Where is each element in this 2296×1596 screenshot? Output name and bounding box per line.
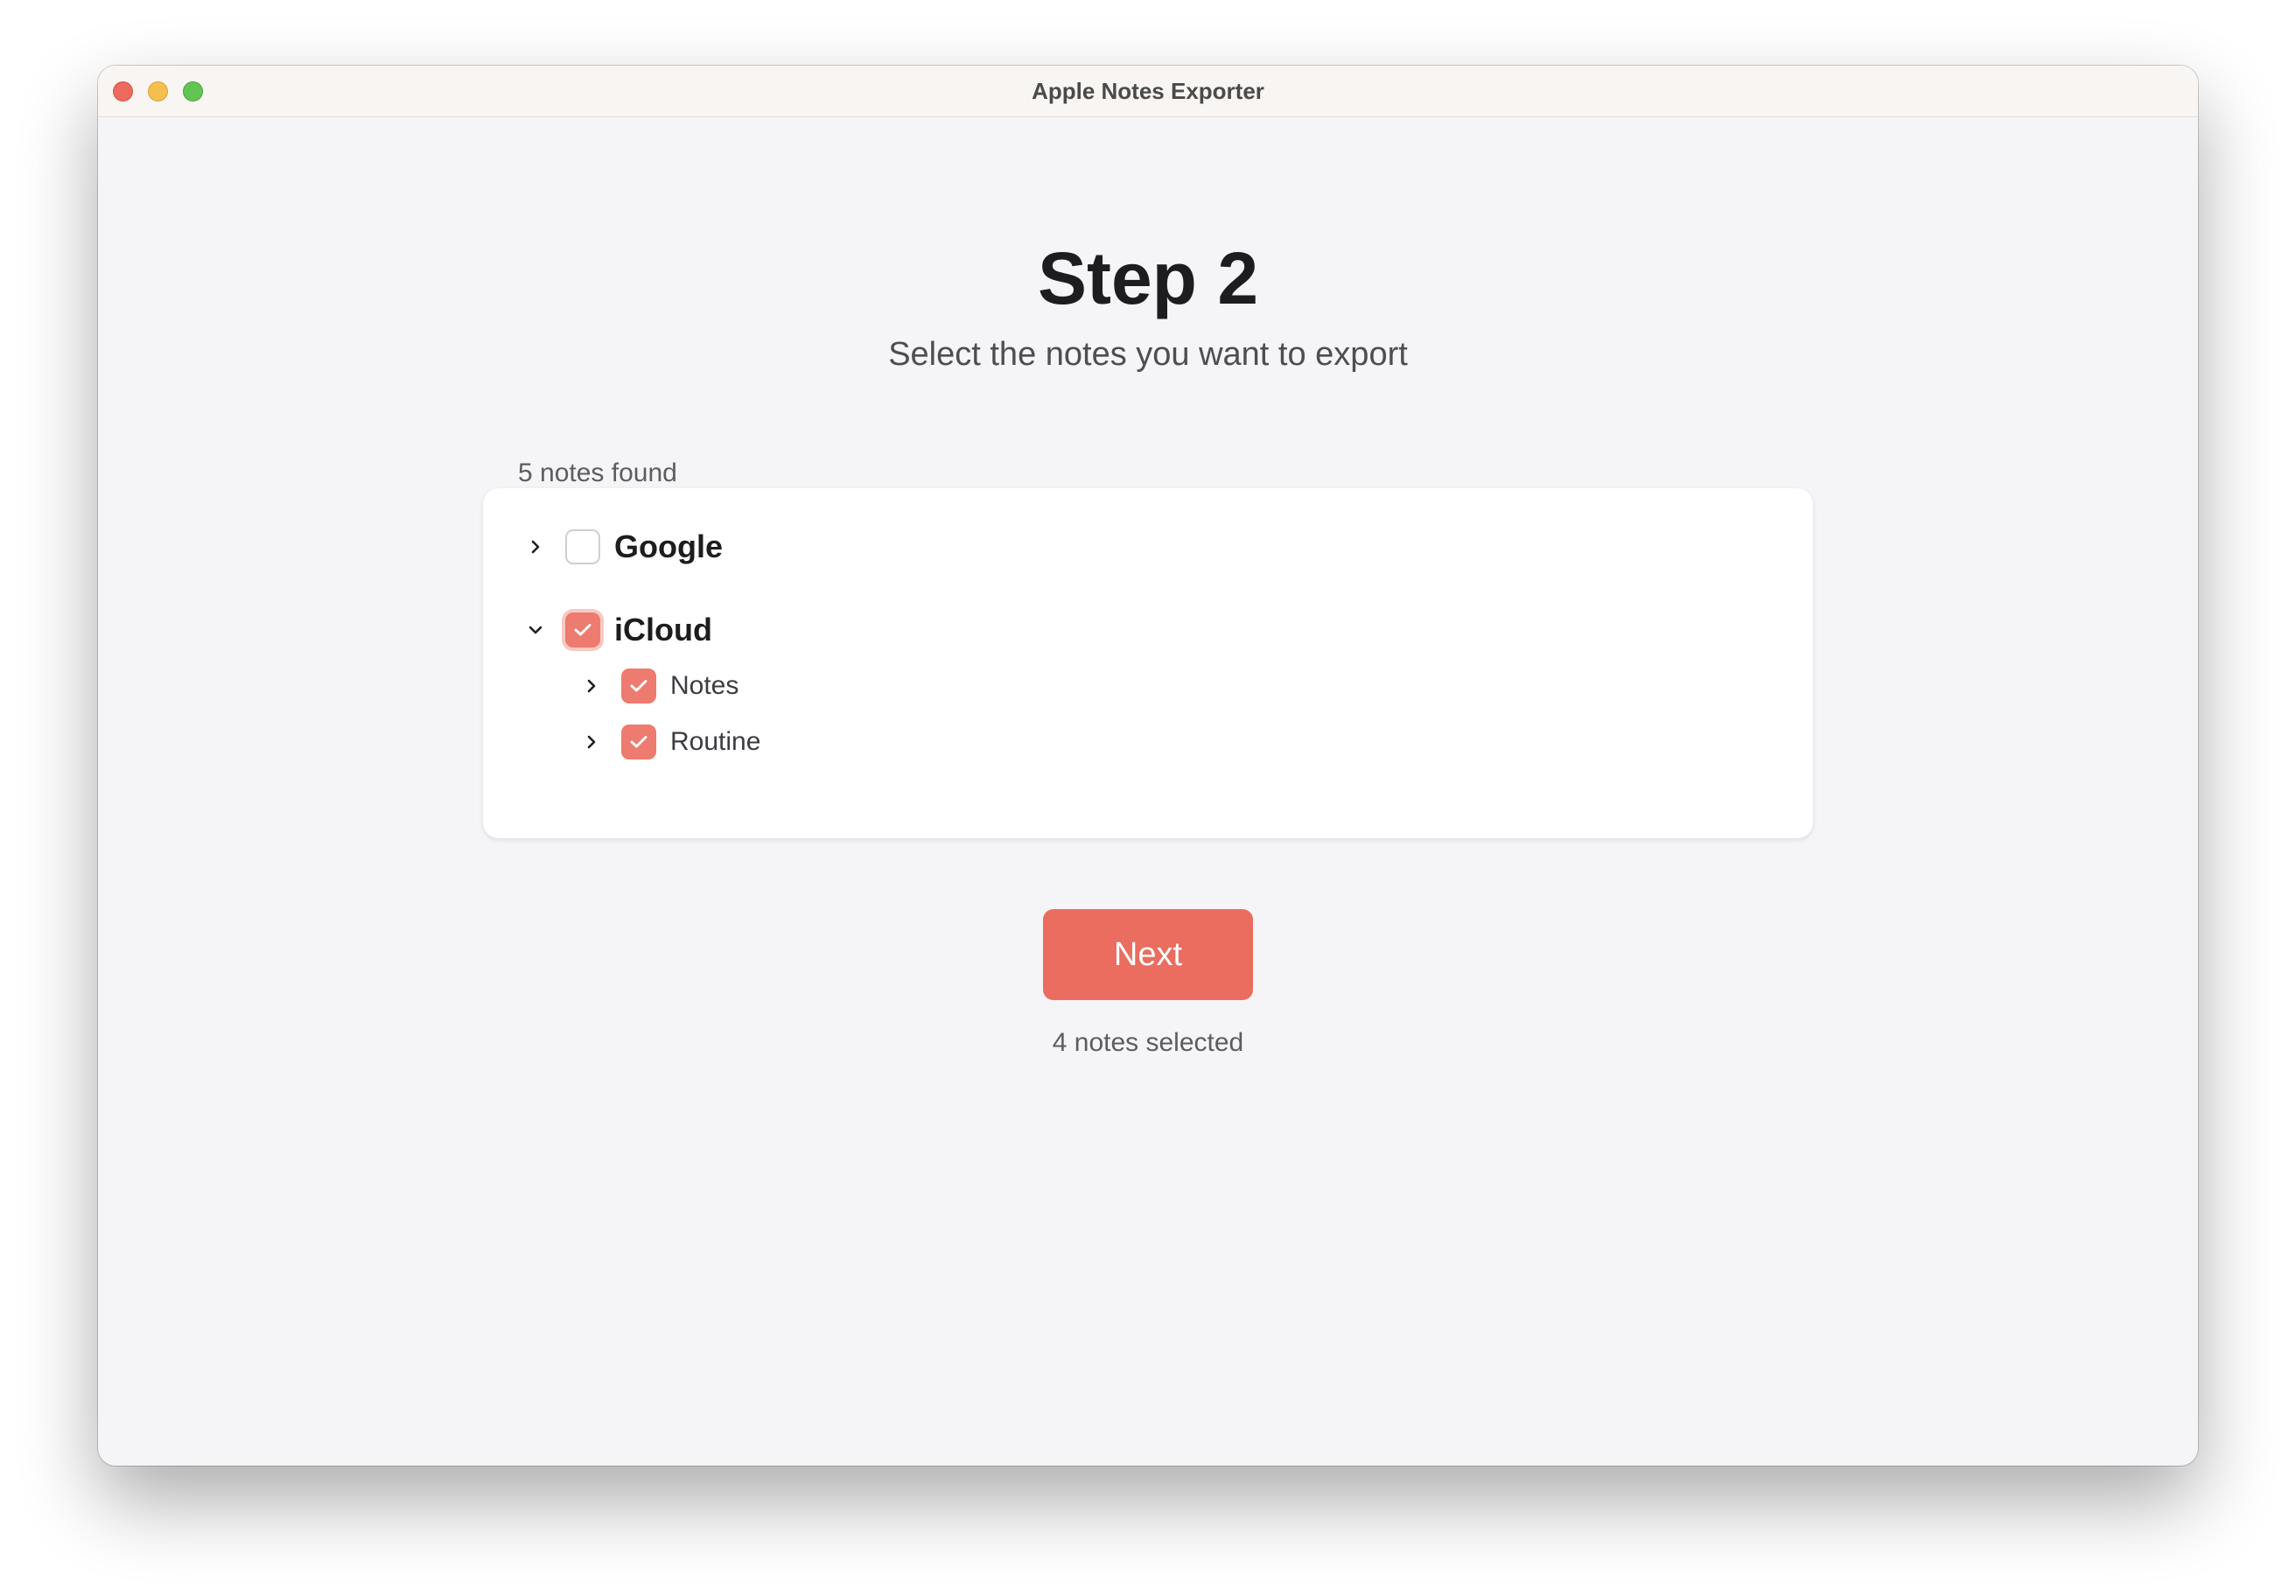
tree-item-label: Google bbox=[614, 528, 723, 564]
main-content: Step 2 Select the notes you want to expo… bbox=[98, 117, 2198, 1466]
tree-item-label: Notes bbox=[670, 671, 739, 700]
notes-tree-panel: Google iCloud Notes Routine bbox=[483, 488, 1813, 838]
tree-item-google[interactable]: Google bbox=[525, 525, 723, 569]
page-title: Step 2 bbox=[1037, 237, 1259, 319]
tree-item-notes[interactable]: Notes bbox=[581, 664, 738, 708]
notes-checkbox[interactable] bbox=[621, 668, 656, 704]
checkmark-icon bbox=[574, 624, 592, 636]
next-button[interactable]: Next bbox=[1043, 909, 1253, 1000]
tree-item-routine[interactable]: Routine bbox=[581, 720, 760, 764]
tree-item-label: Routine bbox=[670, 727, 761, 756]
notes-found-count: 5 notes found bbox=[518, 458, 677, 487]
selected-count: 4 notes selected bbox=[1052, 1028, 1244, 1057]
app-window: Apple Notes Exporter Step 2 Select the n… bbox=[98, 66, 2198, 1466]
tree-item-icloud[interactable]: iCloud bbox=[525, 608, 712, 652]
checkmark-icon bbox=[630, 680, 648, 692]
chevron-right-icon[interactable] bbox=[581, 720, 602, 764]
routine-checkbox[interactable] bbox=[621, 724, 656, 760]
checkmark-icon bbox=[630, 736, 648, 748]
google-checkbox[interactable] bbox=[565, 529, 600, 564]
chevron-right-icon[interactable] bbox=[581, 664, 602, 708]
tree-item-label: iCloud bbox=[614, 612, 712, 648]
chevron-down-icon[interactable] bbox=[525, 608, 546, 652]
icloud-checkbox[interactable] bbox=[565, 612, 600, 648]
page-subtitle: Select the notes you want to export bbox=[888, 336, 1408, 373]
title-bar[interactable]: Apple Notes Exporter bbox=[98, 66, 2198, 117]
window-title: Apple Notes Exporter bbox=[1032, 78, 1264, 104]
chevron-right-icon[interactable] bbox=[525, 525, 546, 569]
